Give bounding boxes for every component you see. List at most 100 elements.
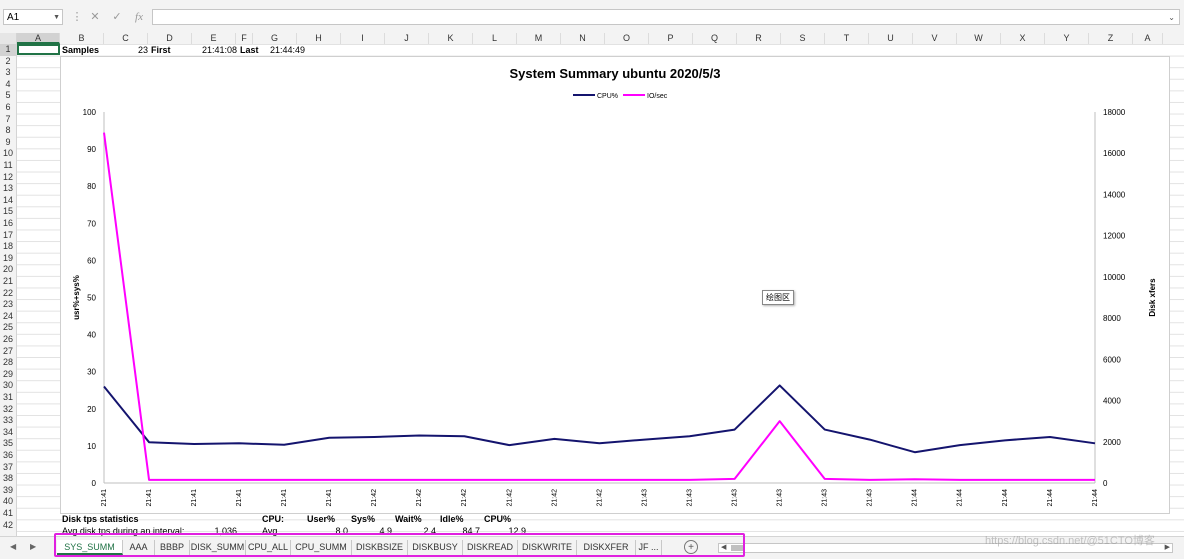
row-header-15[interactable]: 15 — [0, 206, 16, 218]
formula-input[interactable]: ⌄ — [152, 9, 1180, 25]
row-header-16[interactable]: 16 — [0, 218, 16, 230]
first-label[interactable]: First — [151, 45, 171, 56]
row-header-29[interactable]: 29 — [0, 369, 16, 381]
wait-pct-label[interactable]: Wait% — [395, 514, 422, 525]
row-header-1[interactable]: 1 — [0, 44, 16, 56]
column-header-c[interactable]: C — [104, 33, 148, 44]
row-header-42[interactable]: 42 — [0, 520, 16, 532]
row-header-24[interactable]: 24 — [0, 311, 16, 323]
row-header-17[interactable]: 17 — [0, 230, 16, 242]
row-header-8[interactable]: 8 — [0, 125, 16, 137]
selected-cell[interactable] — [17, 44, 60, 55]
row-header-19[interactable]: 19 — [0, 253, 16, 265]
row-header-22[interactable]: 22 — [0, 288, 16, 300]
row-header-14[interactable]: 14 — [0, 195, 16, 207]
column-header-a[interactable]: A — [17, 33, 60, 44]
row-header-25[interactable]: 25 — [0, 322, 16, 334]
column-header-g[interactable]: G — [253, 33, 297, 44]
expand-formula-icon[interactable]: ⌄ — [1168, 10, 1175, 26]
row-header-39[interactable]: 39 — [0, 485, 16, 497]
column-header-s[interactable]: S — [781, 33, 825, 44]
user-pct-label[interactable]: User% — [307, 514, 335, 525]
last-label[interactable]: Last — [240, 45, 259, 56]
column-header-n[interactable]: N — [561, 33, 605, 44]
column-header-z[interactable]: Z — [1089, 33, 1133, 44]
row-header-5[interactable]: 5 — [0, 90, 16, 102]
column-header-b[interactable]: B — [60, 33, 104, 44]
column-header-m[interactable]: M — [517, 33, 561, 44]
sys-pct-label[interactable]: Sys% — [351, 514, 375, 525]
last-value[interactable]: 21:44:49 — [270, 45, 305, 56]
column-header-h[interactable]: H — [297, 33, 341, 44]
cpu-label[interactable]: CPU: — [262, 514, 284, 525]
column-header-e[interactable]: E — [192, 33, 236, 44]
x-tick-label: 21:42 — [596, 489, 603, 507]
column-header-o[interactable]: O — [605, 33, 649, 44]
row-header-37[interactable]: 37 — [0, 462, 16, 474]
row-header-18[interactable]: 18 — [0, 241, 16, 253]
row-header-6[interactable]: 6 — [0, 102, 16, 114]
select-all-button[interactable] — [0, 33, 17, 44]
x-tick-label: 21:43 — [822, 489, 829, 507]
column-header-p[interactable]: P — [649, 33, 693, 44]
column-header-l[interactable]: L — [473, 33, 517, 44]
column-header-v[interactable]: V — [913, 33, 957, 44]
y2-tick-label: 16000 — [1103, 149, 1126, 158]
name-box[interactable]: A1 ▼ — [3, 9, 63, 25]
chevron-down-icon[interactable]: ▼ — [53, 10, 60, 26]
row-header-4[interactable]: 4 — [0, 79, 16, 91]
scroll-right-icon[interactable]: ▶ — [1165, 544, 1170, 552]
row-header-36[interactable]: 36 — [0, 450, 16, 462]
column-header-q[interactable]: Q — [693, 33, 737, 44]
row-header-26[interactable]: 26 — [0, 334, 16, 346]
row-header-9[interactable]: 9 — [0, 137, 16, 149]
samples-value[interactable]: 23 — [120, 45, 148, 56]
row-header-28[interactable]: 28 — [0, 357, 16, 369]
prev-sheet-icon[interactable]: ◀ — [10, 542, 16, 551]
row-header-3[interactable]: 3 — [0, 67, 16, 79]
column-header-a-2[interactable]: A — [1133, 33, 1163, 44]
row-header-13[interactable]: 13 — [0, 183, 16, 195]
column-header-f[interactable]: F — [236, 33, 253, 44]
samples-label[interactable]: Samples — [62, 45, 99, 56]
row-header-11[interactable]: 11 — [0, 160, 16, 172]
row-header-27[interactable]: 27 — [0, 346, 16, 358]
column-header-t[interactable]: T — [825, 33, 869, 44]
row-header-2[interactable]: 2 — [0, 56, 16, 68]
more-options-icon[interactable]: ⋮ — [68, 9, 86, 25]
first-value[interactable]: 21:41:08 — [190, 45, 237, 56]
column-header-j[interactable]: J — [385, 33, 429, 44]
row-header-10[interactable]: 10 — [0, 148, 16, 160]
column-header-d[interactable]: D — [148, 33, 192, 44]
column-header-y[interactable]: Y — [1045, 33, 1089, 44]
idle-pct-label[interactable]: Idle% — [440, 514, 464, 525]
row-header-41[interactable]: 41 — [0, 508, 16, 520]
row-header-32[interactable]: 32 — [0, 404, 16, 416]
enter-icon[interactable]: ✓ — [108, 9, 126, 25]
next-sheet-icon[interactable]: ▶ — [30, 542, 36, 551]
row-header-31[interactable]: 31 — [0, 392, 16, 404]
row-header-38[interactable]: 38 — [0, 473, 16, 485]
column-header-w[interactable]: W — [957, 33, 1001, 44]
row-header-34[interactable]: 34 — [0, 427, 16, 439]
column-header-r[interactable]: R — [737, 33, 781, 44]
row-headers: 1 2 3 4 5 6 7 8 9 10 11 12 13 14 15 16 17 18 19 20 21 22 23 24 2… — [0, 44, 17, 536]
row-header-40[interactable]: 40 — [0, 496, 16, 508]
row-header-23[interactable]: 23 — [0, 299, 16, 311]
insert-function-icon[interactable]: fx — [130, 9, 148, 25]
row-header-21[interactable]: 21 — [0, 276, 16, 288]
column-header-x[interactable]: X — [1001, 33, 1045, 44]
cpu-pct-label[interactable]: CPU% — [484, 514, 511, 525]
row-header-7[interactable]: 7 — [0, 114, 16, 126]
row-header-35[interactable]: 35 — [0, 438, 16, 450]
row-header-20[interactable]: 20 — [0, 264, 16, 276]
column-header-u[interactable]: U — [869, 33, 913, 44]
cancel-icon[interactable]: ✕ — [86, 9, 104, 25]
row-header-12[interactable]: 12 — [0, 172, 16, 184]
system-summary-chart[interactable]: System Summary ubuntu 2020/5/3 0 10 20 30 40… — [60, 56, 1170, 514]
row-header-33[interactable]: 33 — [0, 415, 16, 427]
row-header-30[interactable]: 30 — [0, 380, 16, 392]
disk-tps-label[interactable]: Disk tps statistics — [62, 514, 139, 525]
column-header-k[interactable]: K — [429, 33, 473, 44]
column-header-i[interactable]: I — [341, 33, 385, 44]
